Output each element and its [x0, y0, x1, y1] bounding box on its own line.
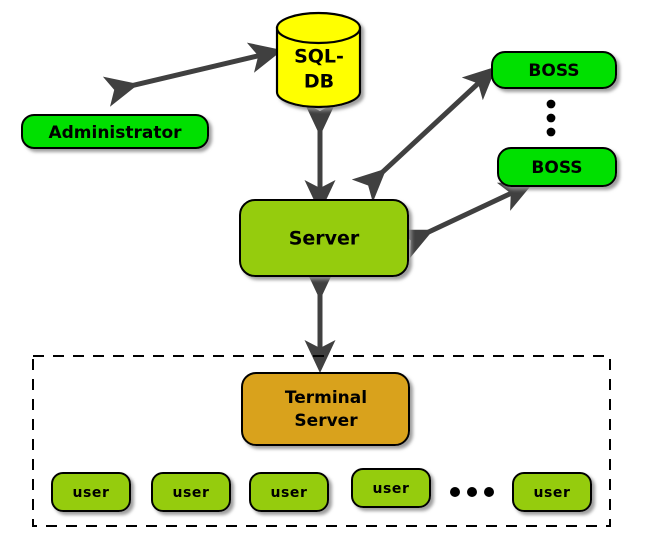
database-label-line1: SQL- — [294, 46, 344, 68]
terminal-server-box — [241, 372, 410, 446]
server-label: Server — [289, 228, 360, 250]
database-cylinder-top — [275, 11, 362, 45]
boss-bottom-label: BOSS — [531, 158, 582, 178]
user-horizontal-ellipsis — [450, 487, 494, 497]
terminal-server-label-line2: Server — [294, 411, 358, 431]
boss-vertical-ellipsis — [546, 99, 556, 137]
user-label-2: user — [172, 485, 209, 501]
user-label-4: user — [372, 481, 409, 497]
user-label-5: user — [533, 485, 570, 501]
terminal-server-node[interactable] — [241, 372, 410, 446]
user-label-3: user — [270, 485, 307, 501]
user-label-1: user — [72, 485, 109, 501]
terminal-server-label-line1: Terminal — [285, 388, 367, 408]
node-layer: SQL- DB Administrator BOSS BOSS Server T… — [21, 11, 617, 527]
boss-top-label: BOSS — [528, 61, 579, 81]
database-label-line2: DB — [304, 71, 334, 93]
architecture-diagram: SQL- DB Administrator BOSS BOSS Server T… — [0, 0, 650, 546]
administrator-label: Administrator — [48, 123, 182, 143]
